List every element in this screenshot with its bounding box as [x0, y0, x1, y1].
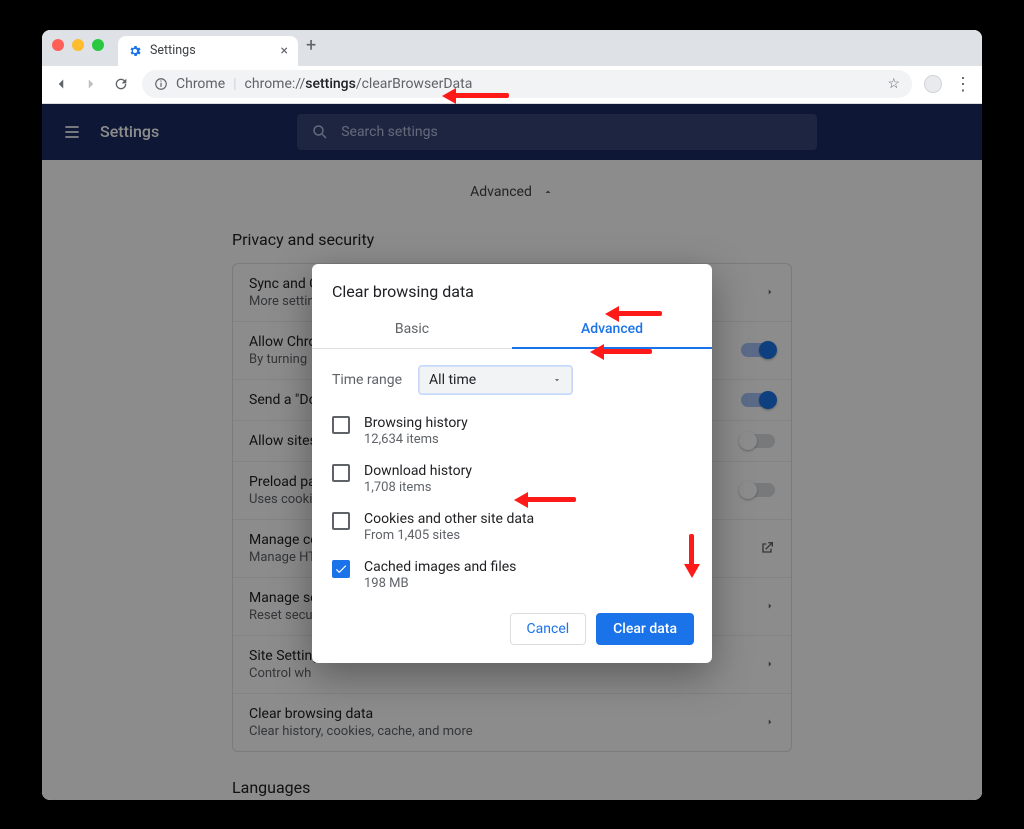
clear-browsing-data-dialog: Clear browsing data Basic Advanced Time … [312, 264, 712, 663]
tab-title: Settings [150, 43, 196, 58]
browser-tab[interactable]: Settings × [118, 36, 298, 66]
item-title: Cookies and other site data [364, 511, 534, 527]
time-range-select[interactable]: All time [418, 365, 573, 395]
forward-button[interactable] [82, 75, 100, 93]
url-suffix: /clearBrowserData [356, 76, 473, 92]
item-subtitle: 198 MB [364, 576, 516, 591]
item-title: Download history [364, 463, 472, 479]
item-title: Cached images and files [364, 559, 516, 575]
tab-advanced[interactable]: Advanced [512, 311, 712, 349]
clear-data-list: Browsing history12,634 itemsDownload his… [312, 407, 712, 599]
item-title: Browsing history [364, 415, 468, 431]
clear-data-item[interactable]: Cookies and other site dataFrom 1,405 si… [332, 503, 702, 551]
browser-menu-button[interactable]: ⋮ [954, 74, 972, 95]
new-tab-button[interactable]: + [306, 35, 316, 56]
url-scheme: Chrome [176, 76, 225, 92]
clear-data-button[interactable]: Clear data [596, 613, 694, 645]
clear-data-item[interactable]: Download history1,708 items [332, 455, 702, 503]
maximize-window-button[interactable] [92, 39, 104, 51]
cancel-button[interactable]: Cancel [510, 613, 587, 645]
item-subtitle: From 1,405 sites [364, 528, 534, 543]
titlebar: Settings × + [42, 30, 982, 66]
tab-basic[interactable]: Basic [312, 311, 512, 349]
reload-button[interactable] [112, 75, 130, 93]
close-window-button[interactable] [52, 39, 64, 51]
clear-data-item[interactable]: Cached images and files198 MB [332, 551, 702, 599]
back-button[interactable] [52, 75, 70, 93]
clear-data-item[interactable]: Browsing history12,634 items [332, 407, 702, 455]
gear-icon [128, 44, 142, 58]
item-subtitle: 1,708 items [364, 480, 472, 495]
window-controls [52, 39, 104, 51]
profile-avatar[interactable] [924, 75, 942, 93]
checkbox[interactable] [332, 512, 350, 530]
url-prefix: chrome:// [245, 76, 306, 92]
minimize-window-button[interactable] [72, 39, 84, 51]
item-subtitle: 12,634 items [364, 432, 468, 447]
time-range-value: All time [429, 372, 476, 388]
address-bar[interactable]: Chrome | chrome://settings/clearBrowserD… [142, 70, 912, 98]
toolbar: Chrome | chrome://settings/clearBrowserD… [42, 66, 982, 104]
time-range-label: Time range [332, 372, 402, 388]
close-tab-icon[interactable]: × [281, 43, 288, 59]
checkbox[interactable] [332, 560, 350, 578]
url-bold: settings [305, 76, 356, 92]
checkbox[interactable] [332, 416, 350, 434]
site-info-icon[interactable] [154, 77, 168, 91]
dialog-title: Clear browsing data [312, 264, 712, 311]
browser-window: Settings × + Chrome | chrome://settings/… [42, 30, 982, 800]
bookmark-star-icon[interactable]: ☆ [887, 76, 900, 92]
dropdown-icon [552, 375, 562, 385]
checkbox[interactable] [332, 464, 350, 482]
dialog-tabs: Basic Advanced [312, 311, 712, 349]
